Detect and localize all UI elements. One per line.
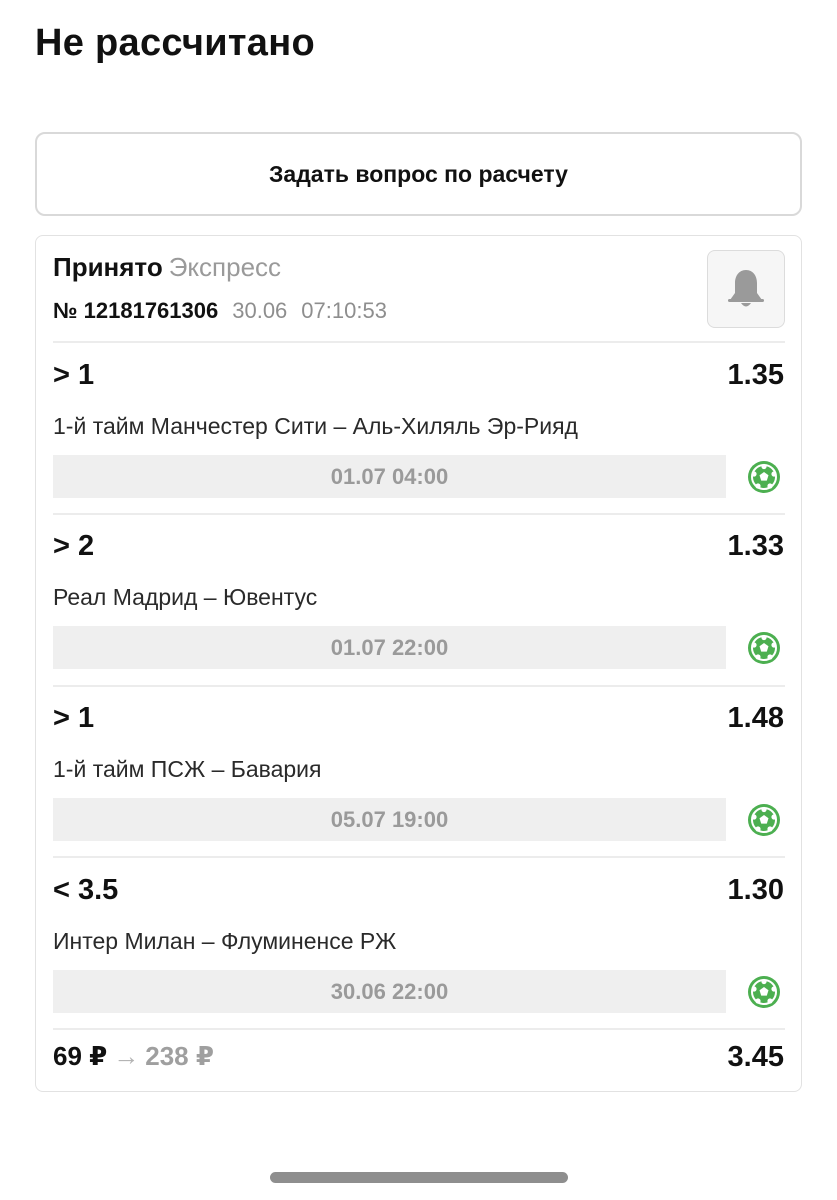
bet-date: 30.06 <box>232 298 288 323</box>
football-icon <box>748 804 780 836</box>
event-match: 1-й тайм ПСЖ – Бавария <box>53 756 322 782</box>
page-title: Не рассчитано <box>35 22 315 64</box>
bet-number: № 12181761306 <box>53 298 219 323</box>
event-start-time: 30.06 22:00 <box>53 970 726 1013</box>
screen: Не рассчитано Задать вопрос по расчету П… <box>0 0 837 1200</box>
bell-icon <box>728 270 764 307</box>
event-odds: 1.33 <box>727 530 784 562</box>
bet-type: Экспресс <box>168 252 282 282</box>
divider <box>53 1028 785 1030</box>
event-start-time: 05.07 19:00 <box>53 798 726 841</box>
total-odds: 3.45 <box>727 1041 784 1073</box>
event-odds: 1.48 <box>727 702 784 734</box>
event-match: Интер Милан – Флуминенсе РЖ <box>53 928 397 954</box>
event-outcome: > 1 <box>53 702 95 734</box>
potential-payout: 238 ₽ <box>145 1041 214 1071</box>
stake-line: 69 ₽ → 238 ₽ <box>53 1041 214 1072</box>
football-icon <box>748 461 780 493</box>
event-row[interactable]: > 1 1.35 1-й тайм Манчестер Сити – Аль-Х… <box>36 343 801 514</box>
event-row[interactable]: > 2 1.33 Реал Мадрид – Ювентус 01.07 22:… <box>36 514 801 685</box>
event-row[interactable]: > 1 1.48 1-й тайм ПСЖ – Бавария 05.07 19… <box>36 686 801 857</box>
football-icon <box>748 632 780 664</box>
event-outcome: > 1 <box>53 359 95 391</box>
bet-id-line: № 12181761306 30.06 07:10:53 <box>53 298 387 324</box>
event-match: Реал Мадрид – Ювентус <box>53 584 318 610</box>
football-icon <box>748 976 780 1008</box>
stake-amount: 69 ₽ <box>53 1041 108 1071</box>
event-outcome: > 2 <box>53 530 95 562</box>
arrow-right-icon: → <box>113 1041 140 1071</box>
bet-status: Принято <box>53 252 163 282</box>
notification-button[interactable] <box>707 250 785 328</box>
bet-summary: 69 ₽ → 238 ₽ 3.45 <box>36 1031 801 1091</box>
bet-header: Принято Экспресс № 12181761306 30.06 07:10:… <box>36 236 801 342</box>
bet-time: 07:10:53 <box>301 298 387 323</box>
bet-card: Принято Экспресс № 12181761306 30.06 07:10:… <box>35 235 802 1092</box>
event-odds: 1.35 <box>727 359 784 391</box>
event-start-time: 01.07 04:00 <box>53 455 726 498</box>
bet-status-line: Принято Экспресс <box>53 252 281 283</box>
event-row[interactable]: < 3.5 1.30 Интер Милан – Флуминенсе РЖ 3… <box>36 858 801 1029</box>
event-start-time: 01.07 22:00 <box>53 626 726 669</box>
event-match: 1-й тайм Манчестер Сити – Аль-Хиляль Эр-… <box>53 413 578 439</box>
event-outcome: < 3.5 <box>53 874 119 906</box>
event-odds: 1.30 <box>727 874 784 906</box>
home-indicator[interactable] <box>270 1172 568 1183</box>
ask-question-button[interactable]: Задать вопрос по расчету <box>35 132 802 216</box>
